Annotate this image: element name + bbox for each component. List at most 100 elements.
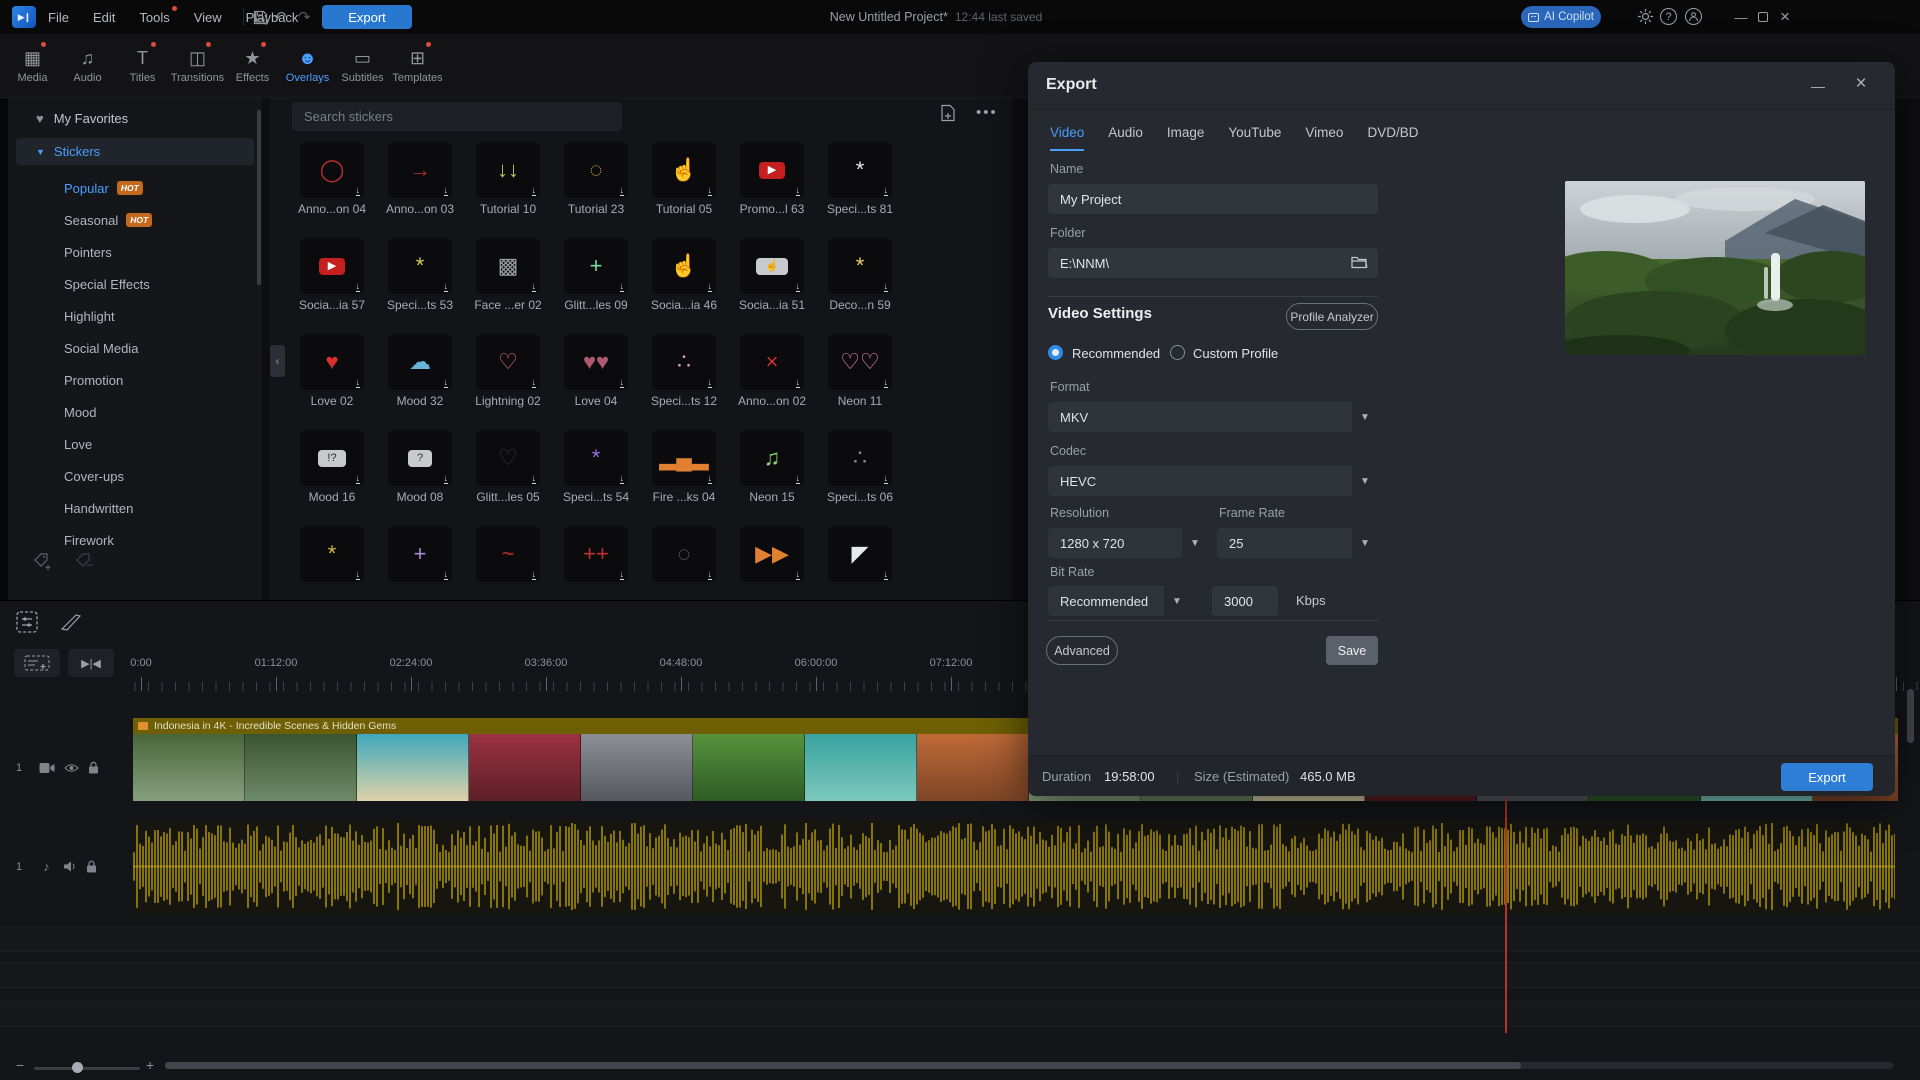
- adjustment-panel-icon[interactable]: [16, 611, 38, 638]
- profile-analyzer-button[interactable]: Profile Analyzer: [1286, 303, 1378, 330]
- redo-icon[interactable]: ↷: [298, 0, 311, 34]
- download-icon[interactable]: ↓: [883, 185, 888, 196]
- ribbon-tab[interactable]: ♫ Audio: [60, 34, 115, 98]
- music-note-icon[interactable]: ♪: [39, 859, 54, 874]
- zoom-in-icon[interactable]: +: [146, 1057, 154, 1073]
- lock-icon[interactable]: [88, 761, 99, 774]
- window-restore-button[interactable]: [1752, 0, 1774, 34]
- sticker-card[interactable]: ▶▶ ↓: [740, 526, 804, 582]
- bitrate-select[interactable]: Recommended ▼: [1048, 586, 1190, 616]
- sticker-card[interactable]: ▶ ↓ Socia...ia 57: [299, 238, 365, 312]
- camera-icon[interactable]: [39, 762, 55, 774]
- export-tab[interactable]: Image: [1167, 125, 1205, 151]
- download-icon[interactable]: ↓: [883, 473, 888, 484]
- horizontal-scrollbar-thumb[interactable]: [165, 1062, 1521, 1069]
- download-icon[interactable]: ↓: [619, 281, 624, 292]
- download-icon[interactable]: ↓: [795, 569, 800, 580]
- download-icon[interactable]: ↓: [531, 377, 536, 388]
- collapse-sidebar-chevron[interactable]: ‹: [270, 345, 285, 377]
- export-tab[interactable]: Video: [1050, 125, 1085, 151]
- sticker-card[interactable]: → ↓ Anno...on 03: [386, 142, 454, 216]
- split-clip-button[interactable]: ▶|◀: [68, 649, 114, 677]
- window-minimize-button[interactable]: —: [1730, 0, 1752, 34]
- sidebar-category-item[interactable]: Highlight: [8, 300, 262, 332]
- vertical-scrollbar-thumb[interactable]: [1907, 689, 1914, 743]
- sticker-card[interactable]: ♥ ↓ Love 02: [300, 334, 364, 408]
- download-icon[interactable]: ↓: [707, 185, 712, 196]
- account-icon[interactable]: [1685, 8, 1702, 25]
- menu-item[interactable]: Edit: [93, 10, 115, 25]
- sticker-card[interactable]: * ↓ Speci...ts 53: [387, 238, 453, 312]
- empty-track-lane[interactable]: [0, 1001, 1920, 1027]
- horizontal-scrollbar[interactable]: [165, 1062, 1893, 1069]
- download-icon[interactable]: ↓: [619, 569, 624, 580]
- sticker-card[interactable]: ↓↓ ↓ Tutorial 10: [476, 142, 540, 216]
- download-icon[interactable]: ↓: [619, 473, 624, 484]
- folder-field[interactable]: E:\NNM\: [1048, 248, 1378, 278]
- sticker-card[interactable]: ♡ ↓ Glitt...les 05: [476, 430, 540, 504]
- ribbon-tab[interactable]: ▭ Subtitles: [335, 34, 390, 98]
- sidebar-category-item[interactable]: Pointers: [8, 236, 262, 268]
- name-field[interactable]: My Project: [1048, 184, 1378, 214]
- download-icon[interactable]: ↓: [355, 473, 360, 484]
- window-close-button[interactable]: ×: [1774, 0, 1796, 34]
- sticker-card[interactable]: * ↓ Speci...ts 54: [563, 430, 629, 504]
- download-icon[interactable]: ↓: [795, 185, 800, 196]
- download-icon[interactable]: ↓: [619, 185, 624, 196]
- ribbon-tab[interactable]: T Titles: [115, 34, 170, 98]
- menu-item[interactable]: Tools: [139, 5, 177, 25]
- remove-tag-icon[interactable]: [76, 553, 94, 574]
- export-tab[interactable]: Audio: [1108, 125, 1143, 151]
- sticker-card[interactable]: * ↓ Speci...ts 81: [827, 142, 893, 216]
- add-tag-icon[interactable]: [34, 553, 54, 574]
- sticker-card[interactable]: ∴ ↓ Speci...ts 12: [651, 334, 717, 408]
- sticker-card[interactable]: ~ ↓: [476, 526, 540, 582]
- sticker-card[interactable]: ♡♡ ↓ Neon 11: [828, 334, 892, 408]
- custom-profile-radio[interactable]: [1170, 345, 1185, 360]
- sticker-card[interactable]: ++ ↓: [564, 526, 628, 582]
- recommended-radio-label[interactable]: Recommended: [1072, 346, 1160, 361]
- bitrate-value-field[interactable]: 3000: [1212, 586, 1278, 616]
- custom-profile-radio-label[interactable]: Custom Profile: [1193, 346, 1278, 361]
- sticker-card[interactable]: ☁ ↓ Mood 32: [388, 334, 452, 408]
- audio-waveform-clip[interactable]: [133, 819, 1896, 914]
- download-icon[interactable]: ↓: [355, 377, 360, 388]
- sidebar-category-item[interactable]: Cover-ups: [8, 460, 262, 492]
- download-icon[interactable]: ↓: [619, 377, 624, 388]
- download-icon[interactable]: ↓: [707, 569, 712, 580]
- menu-item[interactable]: View: [194, 10, 222, 25]
- download-icon[interactable]: ↓: [795, 377, 800, 388]
- sidebar-category-item[interactable]: Love: [8, 428, 262, 460]
- empty-track-lane[interactable]: [0, 926, 1920, 952]
- sticker-card[interactable]: ☝ ↓ Socia...ia 46: [651, 238, 717, 312]
- sidebar-category-item[interactable]: Social Media: [8, 332, 262, 364]
- download-icon[interactable]: ↓: [883, 569, 888, 580]
- sidebar-category-item[interactable]: Popular HOT: [8, 172, 262, 204]
- download-icon[interactable]: ↓: [355, 569, 360, 580]
- sidebar-item-my-favorites[interactable]: ♥ My Favorites: [36, 111, 128, 126]
- dialog-close-icon[interactable]: ×: [1849, 72, 1873, 96]
- sticker-card[interactable]: ☝ ↓ Socia...ia 51: [739, 238, 805, 312]
- zoom-slider-track[interactable]: [34, 1067, 140, 1070]
- download-icon[interactable]: ↓: [883, 281, 888, 292]
- settings-gear-icon[interactable]: [1637, 8, 1654, 25]
- zoom-out-icon[interactable]: −: [16, 1057, 24, 1073]
- sticker-card[interactable]: ◌ ↓: [652, 526, 716, 582]
- lock-icon[interactable]: [86, 860, 97, 873]
- ribbon-tab[interactable]: ★ Effects: [225, 34, 280, 98]
- export-tab[interactable]: Vimeo: [1305, 125, 1343, 151]
- save-project-icon[interactable]: [253, 0, 268, 34]
- sidebar-category-item[interactable]: Firework: [8, 524, 262, 556]
- ribbon-tab[interactable]: ☻ Overlays: [280, 34, 335, 98]
- sticker-card[interactable]: + ↓: [388, 526, 452, 582]
- ribbon-tab[interactable]: ◫ Transitions: [170, 34, 225, 98]
- zoom-slider-knob[interactable]: [72, 1062, 83, 1073]
- save-button[interactable]: Save: [1326, 636, 1378, 665]
- download-icon[interactable]: ↓: [443, 473, 448, 484]
- sticker-card[interactable]: * ↓: [300, 526, 364, 582]
- help-icon[interactable]: ?: [1660, 8, 1677, 25]
- sidebar-scrollbar[interactable]: [257, 110, 261, 285]
- sticker-card[interactable]: ♥♥ ↓ Love 04: [564, 334, 628, 408]
- export-tab[interactable]: DVD/BD: [1367, 125, 1418, 151]
- download-icon[interactable]: ↓: [795, 281, 800, 292]
